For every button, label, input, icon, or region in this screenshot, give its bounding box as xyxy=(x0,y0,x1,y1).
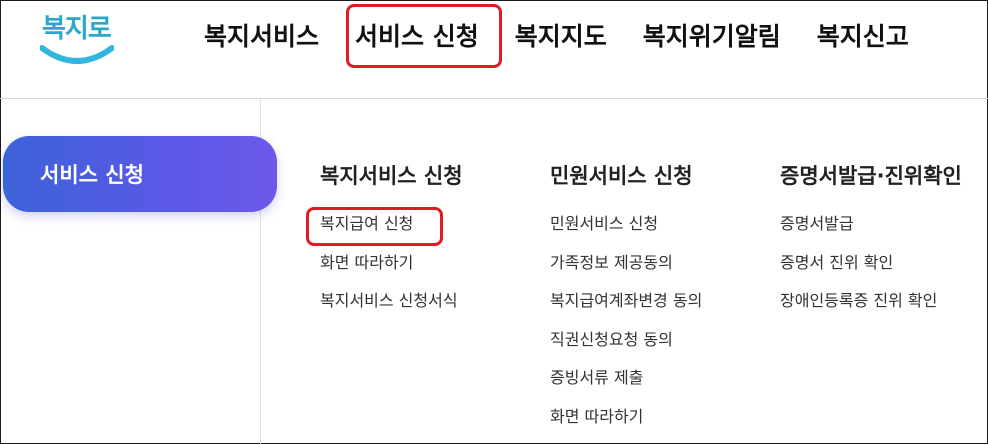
gnb-item-welfare-service[interactable]: 복지서비스 xyxy=(186,17,337,53)
menu-item-screen-guide[interactable]: 화면 따라하기 xyxy=(320,249,463,288)
gnb-item-welfare-report[interactable]: 복지신고 xyxy=(799,17,927,53)
gnb-item-service-application[interactable]: 서비스 신청 xyxy=(337,17,497,53)
gnb-item-crisis-alert[interactable]: 복지위기알림 xyxy=(625,17,799,53)
site-header: 복지로 복지서비스 서비스 신청 복지지도 복지위기알림 복지신고 xyxy=(0,0,988,99)
menu-item-ex-officio-consent[interactable]: 직권신청요청 동의 xyxy=(550,326,702,365)
menu-item-certificate-verify[interactable]: 증명서 진위 확인 xyxy=(780,249,962,288)
menu-item-application-forms[interactable]: 복지서비스 신청서식 xyxy=(320,287,463,326)
smile-logo-icon xyxy=(40,45,114,64)
menu-item-screen-guide[interactable]: 화면 따라하기 xyxy=(550,403,702,442)
menu-item-family-info-consent[interactable]: 가족정보 제공동의 xyxy=(550,249,702,288)
menu-item-document-submit[interactable]: 증빙서류 제출 xyxy=(550,364,702,403)
menu-column-welfare-application: 복지서비스 신청 복지급여 신청 화면 따라하기 복지서비스 신청서식 xyxy=(320,160,463,326)
menu-item-civil-service-apply[interactable]: 민원서비스 신청 xyxy=(550,210,702,249)
column-title: 복지서비스 신청 xyxy=(320,164,463,188)
site-logo[interactable]: 복지로 xyxy=(36,8,116,70)
sidebar-active-item[interactable]: 서비스 신청 xyxy=(3,136,277,212)
menu-item-account-change-consent[interactable]: 복지급여계좌변경 동의 xyxy=(550,287,702,326)
gnb-item-welfare-map[interactable]: 복지지도 xyxy=(497,17,625,53)
column-title: 증명서발급·진위확인 xyxy=(780,164,962,188)
menu-item-welfare-benefit-apply[interactable]: 복지급여 신청 xyxy=(320,210,463,249)
menu-column-civil-application: 민원서비스 신청 민원서비스 신청 가족정보 제공동의 복지급여계좌변경 동의 … xyxy=(550,160,702,441)
logo-text: 복지로 xyxy=(42,14,112,44)
sidebar-active-label: 서비스 신청 xyxy=(40,163,144,187)
menu-item-disability-card-verify[interactable]: 장애인등록증 진위 확인 xyxy=(780,287,962,326)
menu-column-certificate: 증명서발급·진위확인 증명서발급 증명서 진위 확인 장애인등록증 진위 확인 xyxy=(780,160,962,326)
column-title: 민원서비스 신청 xyxy=(550,164,693,188)
global-navigation: 복지서비스 서비스 신청 복지지도 복지위기알림 복지신고 xyxy=(186,0,927,70)
menu-item-certificate-issue[interactable]: 증명서발급 xyxy=(780,210,962,249)
